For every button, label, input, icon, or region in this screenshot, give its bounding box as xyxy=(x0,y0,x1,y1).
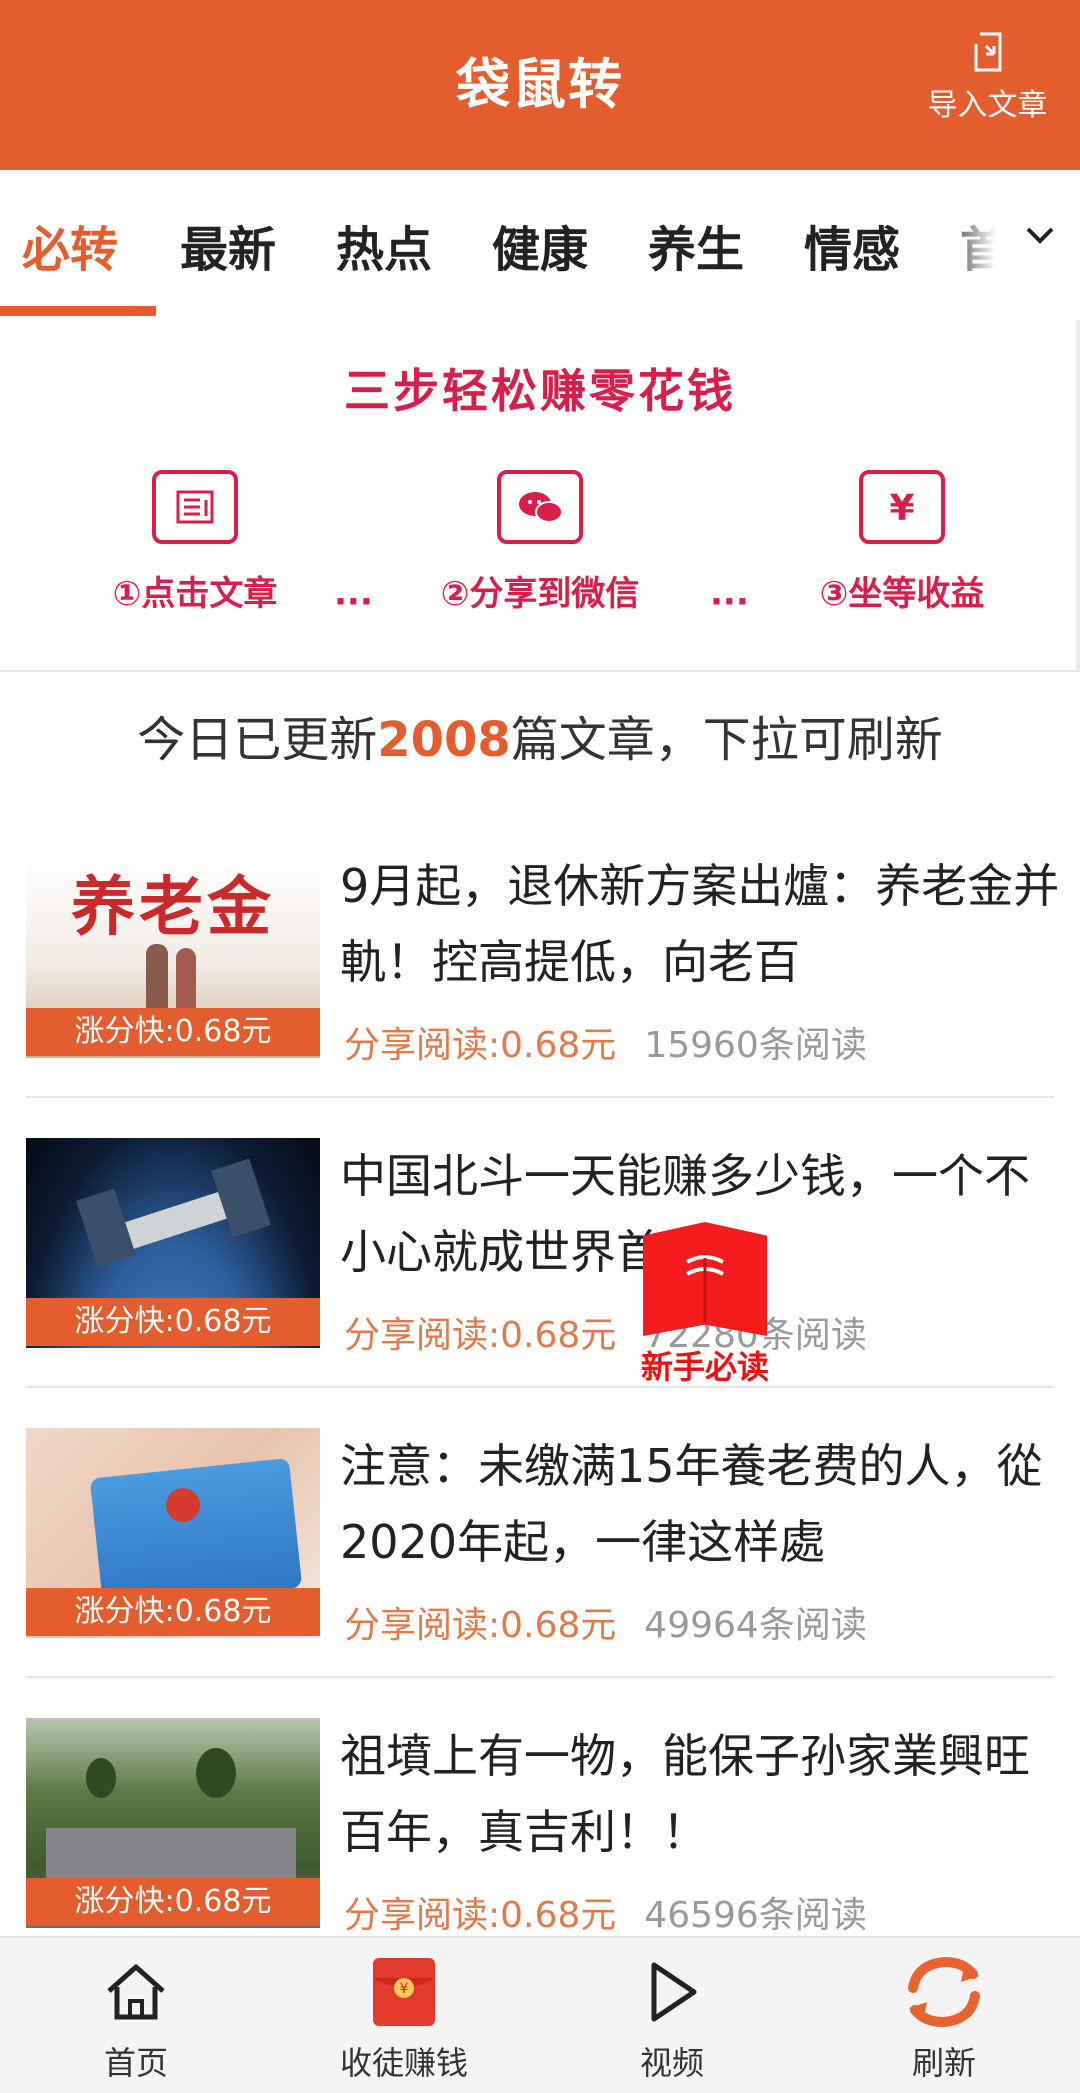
article-meta: 分享阅读:0.68元 46596条阅读 xyxy=(344,1886,867,1938)
steps-title: 三步轻松赚零花钱 xyxy=(344,364,736,418)
guide-label: 新手必读 xyxy=(640,1348,769,1386)
active-tab-indicator xyxy=(0,306,156,316)
yuan-icon: ¥ xyxy=(859,470,945,544)
step-label: ②分享到微信 xyxy=(440,574,640,614)
step-click-article: ①点击文章 xyxy=(55,470,335,615)
play-icon xyxy=(651,1962,697,2022)
article-headline: 9月起，退休新方案出爐：养老金并軌！控高提低，向老百 xyxy=(340,859,1060,989)
category-tabs: 必转 最新 热点 健康 养生 情感 首 xyxy=(0,170,1080,320)
red-envelope-icon: ¥ xyxy=(373,1958,435,2026)
thumb-caption: 养老金 xyxy=(71,871,275,945)
article-meta: 分享阅读:0.68元 15960条阅读 xyxy=(344,1016,867,1068)
nav-invite-earn[interactable]: ¥ 收徒赚钱 xyxy=(304,1956,504,2084)
import-article-button[interactable]: 导入文章 xyxy=(915,30,1060,140)
article-item[interactable]: 涨分快:0.68元 中国北斗一天能赚多少钱，一个不小心就成世界首富！ 分享阅读:… xyxy=(0,1138,1080,1428)
step-share-wechat: ②分享到微信 xyxy=(400,470,680,615)
book-icon xyxy=(643,1222,767,1336)
svg-text:¥: ¥ xyxy=(400,1981,409,1997)
divider xyxy=(26,1676,1054,1678)
app-header: 袋鼠转 导入文章 xyxy=(0,0,1080,170)
tab-health[interactable]: 健康 xyxy=(492,210,588,280)
divider xyxy=(26,1096,1054,1098)
share-earn-text: 分享阅读:0.68元 xyxy=(344,1605,617,1646)
svg-text:¥: ¥ xyxy=(889,488,914,529)
nav-video[interactable]: 视频 xyxy=(572,1956,772,2084)
nav-home[interactable]: 首页 xyxy=(36,1956,236,2084)
tab-latest[interactable]: 最新 xyxy=(180,210,276,280)
read-count: 15960条阅读 xyxy=(644,1025,867,1066)
share-earn-text: 分享阅读:0.68元 xyxy=(344,1025,617,1066)
earn-badge: 涨分快:0.68元 xyxy=(26,1588,320,1636)
share-earn-text: 分享阅读:0.68元 xyxy=(344,1895,617,1936)
article-headline: 祖墳上有一物，能保子孙家業興旺百年，真吉利！！ xyxy=(340,1729,1030,1859)
step-separator: ··· xyxy=(334,582,373,622)
divider xyxy=(26,1386,1054,1388)
article-meta: 分享阅读:0.68元 72280条阅读 xyxy=(344,1306,867,1358)
article-icon xyxy=(152,470,238,544)
tab-fade xyxy=(940,190,1020,290)
share-earn-text: 分享阅读:0.68元 xyxy=(344,1315,617,1356)
update-banner: 今日已更新2008篇文章，下拉可刷新 xyxy=(0,700,1080,770)
update-count: 2008 xyxy=(377,712,511,768)
earn-badge: 涨分快:0.68元 xyxy=(26,1008,320,1056)
nav-refresh[interactable]: 刷新 xyxy=(844,1956,1044,2084)
step-label: ①点击文章 xyxy=(112,574,278,614)
update-prefix: 今日已更新 xyxy=(137,712,378,768)
article-item[interactable]: 涨分快:0.68元 注意：未缴满15年養老费的人，從2020年起，一律这样處 分… xyxy=(0,1428,1080,1718)
read-count: 46596条阅读 xyxy=(644,1895,867,1936)
refresh-icon xyxy=(908,1956,980,2028)
earn-badge: 涨分快:0.68元 xyxy=(26,1878,320,1926)
step-label: ③坐等收益 xyxy=(819,574,985,614)
wechat-icon xyxy=(497,470,583,544)
import-icon xyxy=(974,32,1001,72)
update-suffix: 篇文章，下拉可刷新 xyxy=(510,712,943,768)
article-meta: 分享阅读:0.68元 49964条阅读 xyxy=(344,1596,867,1648)
tab-hot[interactable]: 热点 xyxy=(336,210,432,280)
step-separator: ··· xyxy=(710,582,749,622)
nav-label: 视频 xyxy=(639,2044,704,2082)
import-label: 导入文章 xyxy=(927,88,1048,123)
bottom-navigation: 首页 ¥ 收徒赚钱 视频 刷新 xyxy=(0,1936,1080,2093)
tab-emotion[interactable]: 情感 xyxy=(804,210,900,280)
article-headline: 注意：未缴满15年養老费的人，從2020年起，一律这样處 xyxy=(340,1439,1043,1569)
tab-bizhuan[interactable]: 必转 xyxy=(22,210,118,280)
article-item[interactable]: 养老金 涨分快:0.68元 9月起，退休新方案出爐：养老金并軌！控高提低，向老百… xyxy=(0,848,1080,1138)
step-earn: ¥ ③坐等收益 xyxy=(762,470,1042,615)
chevron-down-icon[interactable] xyxy=(1020,215,1060,255)
nav-label: 收徒赚钱 xyxy=(339,2044,468,2082)
read-count: 49964条阅读 xyxy=(644,1605,867,1646)
nav-label: 刷新 xyxy=(911,2044,976,2082)
home-icon xyxy=(107,1964,165,2020)
earn-badge: 涨分快:0.68元 xyxy=(26,1298,320,1346)
beginner-guide-button[interactable]: 新手必读 xyxy=(630,1222,780,1392)
tab-wellness[interactable]: 养生 xyxy=(648,210,744,280)
earn-steps-panel: 三步轻松赚零花钱 ①点击文章 ··· ②分享到微信 ··· ¥ ③坐等收益 xyxy=(0,320,1080,672)
nav-label: 首页 xyxy=(103,2044,168,2082)
